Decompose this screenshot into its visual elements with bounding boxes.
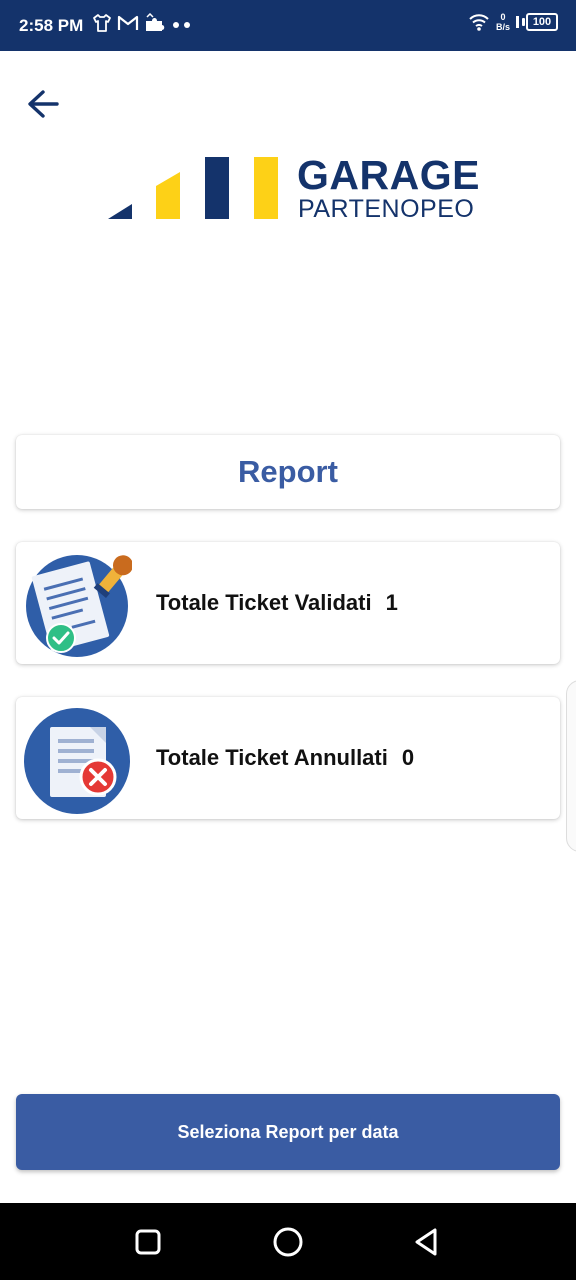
- cancelled-tickets-card[interactable]: Totale Ticket Annullati 0: [16, 697, 560, 819]
- shirt-icon: [93, 14, 111, 32]
- home-icon[interactable]: [271, 1225, 305, 1259]
- battery-level: 100: [532, 16, 552, 28]
- speed-value: 0: [500, 12, 506, 22]
- logo-line1: GARAGE: [297, 152, 480, 198]
- recent-apps-icon[interactable]: [131, 1225, 165, 1259]
- cancelled-tickets-label: Totale Ticket Annullati: [156, 745, 388, 770]
- navigation-bar: [0, 1203, 576, 1280]
- back-arrow-icon: [28, 90, 59, 118]
- logo-bars-icon: [108, 157, 278, 219]
- notification-icons: [92, 13, 193, 33]
- status-bar: 2:58 PM 0 B/s 100: [0, 0, 576, 51]
- select-report-by-date-button[interactable]: Seleziona Report per data: [16, 1094, 560, 1170]
- logo-line2: PARTENOPEO: [298, 195, 475, 223]
- validated-tickets-row: Totale Ticket Validati 1: [156, 590, 398, 616]
- validated-tickets-label: Totale Ticket Validati: [156, 590, 372, 615]
- wifi-icon: [469, 14, 489, 31]
- puzzle-icon: [146, 13, 165, 31]
- battery-icon: 100: [522, 13, 558, 31]
- garage-partenopeo-logo: GARAGE PARTENOPEO: [108, 152, 479, 223]
- report-header-card: Report: [16, 435, 560, 509]
- validated-ticket-icon: [26, 555, 132, 657]
- edge-panel-handle[interactable]: [566, 680, 576, 852]
- back-nav-icon[interactable]: [410, 1225, 444, 1259]
- cancelled-ticket-icon: [24, 708, 130, 814]
- back-button[interactable]: [24, 86, 64, 126]
- network-speed: 0 B/s: [496, 12, 510, 32]
- cancelled-tickets-row: Totale Ticket Annullati 0: [156, 745, 414, 771]
- signal-icon: [516, 16, 519, 28]
- validated-tickets-card[interactable]: Totale Ticket Validati 1: [16, 542, 560, 664]
- status-time: 2:58 PM: [19, 16, 84, 35]
- validated-tickets-value: 1: [385, 590, 398, 615]
- report-title: Report: [238, 454, 338, 489]
- gmail-icon: [117, 15, 139, 30]
- speed-unit: B/s: [495, 22, 510, 32]
- cancelled-tickets-value: 0: [401, 745, 415, 770]
- system-icons: 0 B/s 100: [468, 12, 558, 32]
- dots-icon: [173, 22, 190, 28]
